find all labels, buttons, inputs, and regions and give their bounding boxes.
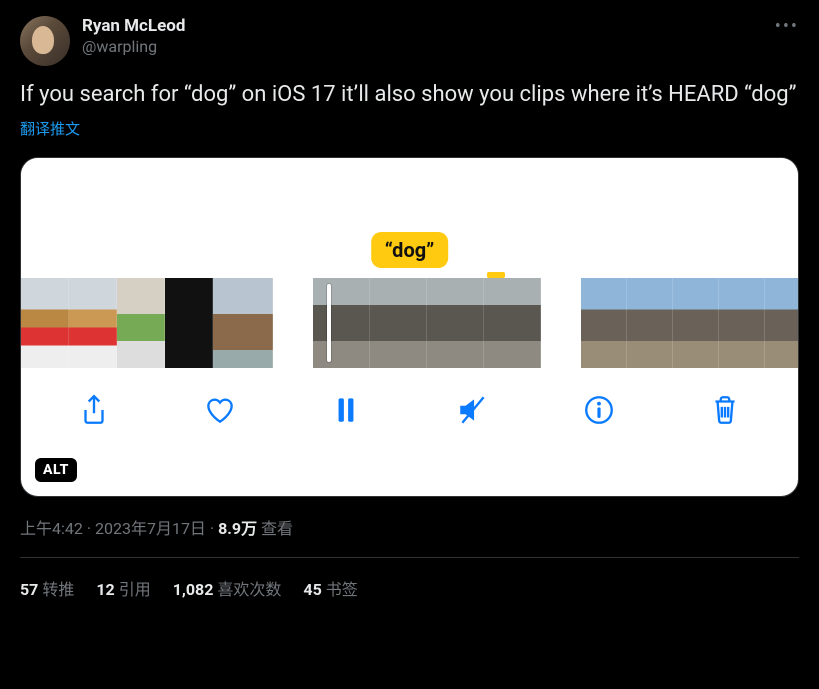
heart-icon[interactable] [200, 390, 240, 430]
views-count: 8.9万 [218, 519, 257, 538]
bookmarks-stat[interactable]: 45书签 [303, 576, 357, 600]
translate-link[interactable]: 翻译推文 [20, 118, 799, 139]
clip-thumb[interactable] [673, 278, 719, 368]
tweet-stats: 57转推 12引用 1,082喜欢次数 45书签 [20, 558, 799, 600]
views-label: 查看 [257, 519, 293, 538]
media-top: “dog” [21, 158, 798, 278]
pause-icon[interactable] [326, 390, 366, 430]
clip-thumb[interactable] [69, 278, 117, 368]
clip-thumb[interactable] [484, 278, 541, 368]
tweet-header: Ryan McLeod @warpling ••• [20, 16, 799, 66]
tweet-date[interactable]: 2023年7月17日 [95, 519, 206, 538]
quotes-stat[interactable]: 12引用 [96, 576, 150, 600]
avatar[interactable] [20, 16, 70, 66]
alt-badge[interactable]: ALT [35, 458, 77, 482]
clip-thumb[interactable] [627, 278, 673, 368]
likes-stat[interactable]: 1,082喜欢次数 [173, 576, 282, 600]
clip-group[interactable] [21, 278, 273, 368]
clip-thumb[interactable] [427, 278, 484, 368]
clip-thumb[interactable] [165, 278, 213, 368]
clip-thumb[interactable] [370, 278, 427, 368]
share-icon[interactable] [74, 390, 114, 430]
handle: @warpling [82, 37, 185, 57]
retweets-stat[interactable]: 57转推 [20, 576, 74, 600]
tweet-meta: 上午4:42 · 2023年7月17日 · 8.9万 查看 [20, 515, 799, 539]
tweet-time[interactable]: 上午4:42 [20, 519, 83, 538]
display-name: Ryan McLeod [82, 16, 185, 37]
author-names[interactable]: Ryan McLeod @warpling [82, 16, 185, 57]
tweet-text: If you search for “dog” on iOS 17 it’ll … [20, 80, 799, 110]
search-highlight-pill: “dog” [371, 232, 449, 268]
tweet-container: Ryan McLeod @warpling ••• If you search … [0, 0, 819, 600]
mute-icon[interactable] [453, 390, 493, 430]
clip-thumb[interactable] [21, 278, 69, 368]
video-timeline-strip[interactable] [21, 278, 798, 368]
clip-thumb[interactable] [313, 278, 370, 368]
clip-thumb[interactable] [719, 278, 765, 368]
media-card[interactable]: “dog” [20, 157, 799, 497]
media-toolbar [21, 368, 798, 440]
more-icon[interactable]: ••• [775, 16, 799, 37]
clip-group[interactable] [581, 278, 798, 368]
clip-thumb[interactable] [117, 278, 165, 368]
clip-thumb[interactable] [213, 278, 273, 368]
clip-thumb[interactable] [765, 278, 798, 368]
clip-group[interactable] [313, 278, 541, 368]
trash-icon[interactable] [705, 390, 745, 430]
info-icon[interactable] [579, 390, 619, 430]
clip-thumb[interactable] [581, 278, 627, 368]
